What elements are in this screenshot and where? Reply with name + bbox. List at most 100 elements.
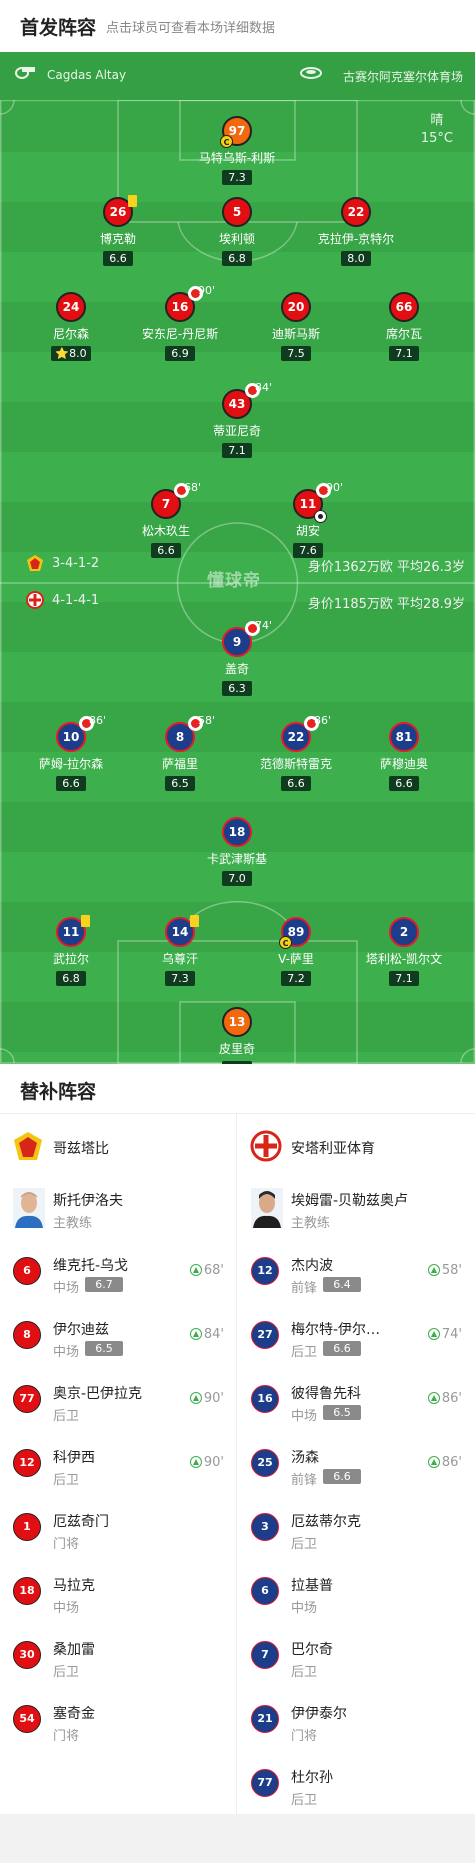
home-bench-team[interactable]: 哥兹塔比 — [0, 1114, 237, 1176]
player-marker[interactable]: 8 58' 萨福里 6.5 — [120, 714, 240, 791]
jersey-number: 9 — [222, 621, 260, 657]
bench-player-row[interactable]: 77 杜尔孙 后卫 — [238, 1752, 475, 1816]
home-team-logo-icon — [27, 555, 43, 571]
weather-info: 晴 15°C — [421, 112, 453, 148]
player-rating: 6.8 — [56, 971, 86, 986]
jersey-number: 27 — [251, 1321, 279, 1349]
bench-player-row[interactable]: 7 巴尔奇 后卫 — [238, 1624, 475, 1688]
bench-player-row[interactable]: 54 塞奇金 门将 — [0, 1688, 237, 1752]
bench-player-row[interactable]: 27 梅尔特-伊尔… 后卫 6.6 74' — [238, 1304, 475, 1368]
bench-player-row[interactable]: 6 维克托-乌戈 中场 6.7 68' — [0, 1240, 237, 1304]
jersey-number: 3 — [251, 1513, 279, 1541]
player-marker[interactable]: 18 卡武津斯基 7.0 — [177, 817, 297, 886]
pitch: Cagdas Altay 古赛尔阿克塞尔体育场 晴 15°C 懂球帝 3-4-1… — [0, 52, 475, 1064]
away-bench-column: 安塔利亚体育 埃姆雷-贝勒兹奥卢 主教练 12 杰内波 前锋 6.4 58' 27 梅尔特-… — [238, 1114, 475, 1814]
player-marker[interactable]: 24 尼尔森 ⭐8.0 — [11, 292, 131, 361]
rating-value: 7.6 — [299, 544, 317, 557]
bench-player-row[interactable]: 1 厄兹奇门 门将 — [0, 1496, 237, 1560]
jersey-number: 30 — [13, 1641, 41, 1669]
player-name: 席尔瓦 — [385, 327, 422, 341]
player-marker[interactable]: 11 90' 胡安 7.6 — [248, 481, 368, 558]
bench-player-row[interactable]: 12 科伊西 后卫 90' — [0, 1432, 237, 1496]
player-marker[interactable]: 22 克拉伊-京特尔 8.0 — [296, 197, 416, 266]
coach-avatar — [13, 1188, 45, 1228]
jersey-number: 97 C — [220, 116, 252, 148]
player-rating: 6.5 — [165, 776, 195, 791]
player-rating: 7.3 — [165, 971, 195, 986]
rating-wrap: 6.6 — [106, 539, 226, 558]
jersey-number: 66 — [389, 292, 419, 322]
rating-wrap: ⭐8.0 — [11, 342, 131, 361]
player-rating: 6.8 — [222, 251, 252, 266]
player-marker[interactable]: 66 席尔瓦 7.1 — [344, 292, 464, 361]
substitution-minute: 90' — [198, 284, 216, 297]
player-rating: 7.2 — [281, 971, 311, 986]
player-marker[interactable]: 22 86' 范德斯特雷克 6.6 — [236, 714, 356, 791]
rating-wrap: 7.5 — [236, 342, 356, 361]
coach-role: 主教练 — [291, 1216, 331, 1231]
away-bench-team[interactable]: 安塔利亚体育 — [238, 1114, 475, 1176]
player-position: 中场 — [53, 1345, 80, 1360]
home-team-summary: 3-4-1-2 身价1362万欧 平均26.3岁 — [0, 552, 475, 576]
goal-ball-icon — [314, 510, 327, 523]
substitution-minute: 84' — [203, 1327, 224, 1342]
away-coach[interactable]: 埃姆雷-贝勒兹奥卢 主教练 — [238, 1176, 475, 1240]
player-marker[interactable]: 89 C V-萨里 7.2 — [236, 917, 356, 986]
rating-wrap: 6.5 — [120, 772, 240, 791]
page-subtitle: 点击球员可查看本场详细数据 — [106, 21, 276, 36]
jersey-number: 2 — [389, 917, 419, 947]
rating-wrap: 7.1 — [177, 439, 297, 458]
player-name: 厄兹蒂尔克 — [291, 1514, 361, 1530]
player-position: 中场 — [53, 1601, 80, 1616]
rating-wrap: 7.6 — [248, 539, 368, 558]
player-marker[interactable]: 13 皮里奇6.8 — [177, 1007, 297, 1064]
substitution-minute: 86' — [441, 1391, 462, 1406]
home-coach[interactable]: 斯托伊洛夫 主教练 — [0, 1176, 237, 1240]
player-marker[interactable]: 11 武拉尔 6.8 — [11, 915, 131, 986]
bench-player-row[interactable]: 25 汤森 前锋 6.6 86' — [238, 1432, 475, 1496]
player-marker[interactable]: 14 乌尊汗 7.3 — [120, 915, 240, 986]
player-marker[interactable]: 9 74' 盖奇 6.3 — [177, 619, 297, 696]
jersey-number: 7 — [151, 483, 189, 519]
bench-player-row[interactable]: 16 彼得鲁先科 中场 6.5 86' — [238, 1368, 475, 1432]
player-marker[interactable]: 5 埃利顿 6.8 — [177, 197, 297, 266]
substitution-in-icon — [427, 1392, 440, 1404]
player-marker[interactable]: 16 90' 安东尼-丹尼斯 6.9 — [120, 284, 240, 361]
substitution-minute: 68' — [184, 481, 202, 494]
bench-player-row[interactable]: 8 伊尔迪兹 中场 6.5 84' — [0, 1304, 237, 1368]
substitution-in-icon — [189, 1392, 202, 1404]
jersey-number: 6 — [251, 1577, 279, 1605]
away-team-logo-icon — [250, 1130, 282, 1162]
player-marker[interactable]: 10 86' 萨姆-拉尔森 6.6 — [11, 714, 131, 791]
player-name: 杰内波 — [291, 1258, 333, 1274]
player-marker[interactable]: 20 迪斯马斯 7.5 — [236, 292, 356, 361]
bench-player-row[interactable]: 3 厄兹蒂尔克 后卫 — [238, 1496, 475, 1560]
player-marker[interactable]: 97 C 马特乌斯-利斯 7.3 — [177, 116, 297, 185]
rating-value: 6.8 — [228, 252, 246, 265]
player-name: 厄兹奇门 — [53, 1514, 109, 1530]
bench-player-row[interactable]: 6 拉基普 中场 — [238, 1560, 475, 1624]
bench-player-row[interactable]: 21 伊伊泰尔 门将 — [238, 1688, 475, 1752]
bench-section-header: 替补阵容 — [0, 1064, 475, 1114]
away-team-logo-icon — [26, 591, 44, 609]
rating-wrap: 6.3 — [177, 677, 297, 696]
bench-player-row[interactable]: 30 桑加雷 后卫 — [0, 1624, 237, 1688]
yellow-card-icon — [81, 915, 90, 927]
substitution-minute: 58' — [441, 1263, 462, 1278]
bench-player-row[interactable]: 18 马拉克 中场 — [0, 1560, 237, 1624]
player-position: 中场 — [291, 1601, 318, 1616]
player-marker[interactable]: 7 68' 松木玖生 6.6 — [106, 481, 226, 558]
substitution-in-time: 84' — [189, 1327, 224, 1342]
player-marker[interactable]: 43 84' 蒂亚尼奇 7.1 — [177, 381, 297, 458]
jersey-number: 11 — [293, 483, 331, 523]
player-marker[interactable]: 81 萨穆迪奥 6.6 — [344, 722, 464, 791]
rating-wrap: 7.0 — [177, 867, 297, 886]
player-name: 塔利松-凯尔文 — [365, 952, 443, 966]
bench-player-row[interactable]: 77 奥京-巴伊拉克 后卫 90' — [0, 1368, 237, 1432]
player-name: 维克托-乌戈 — [53, 1258, 129, 1274]
bench-player-row[interactable]: 12 杰内波 前锋 6.4 58' — [238, 1240, 475, 1304]
substitution-in-time: 74' — [427, 1327, 462, 1342]
rating-wrap: 6.8 — [177, 247, 297, 266]
player-marker[interactable]: 2 塔利松-凯尔文 7.1 — [344, 917, 464, 986]
player-marker[interactable]: 26 博克勒 6.6 — [58, 195, 178, 266]
